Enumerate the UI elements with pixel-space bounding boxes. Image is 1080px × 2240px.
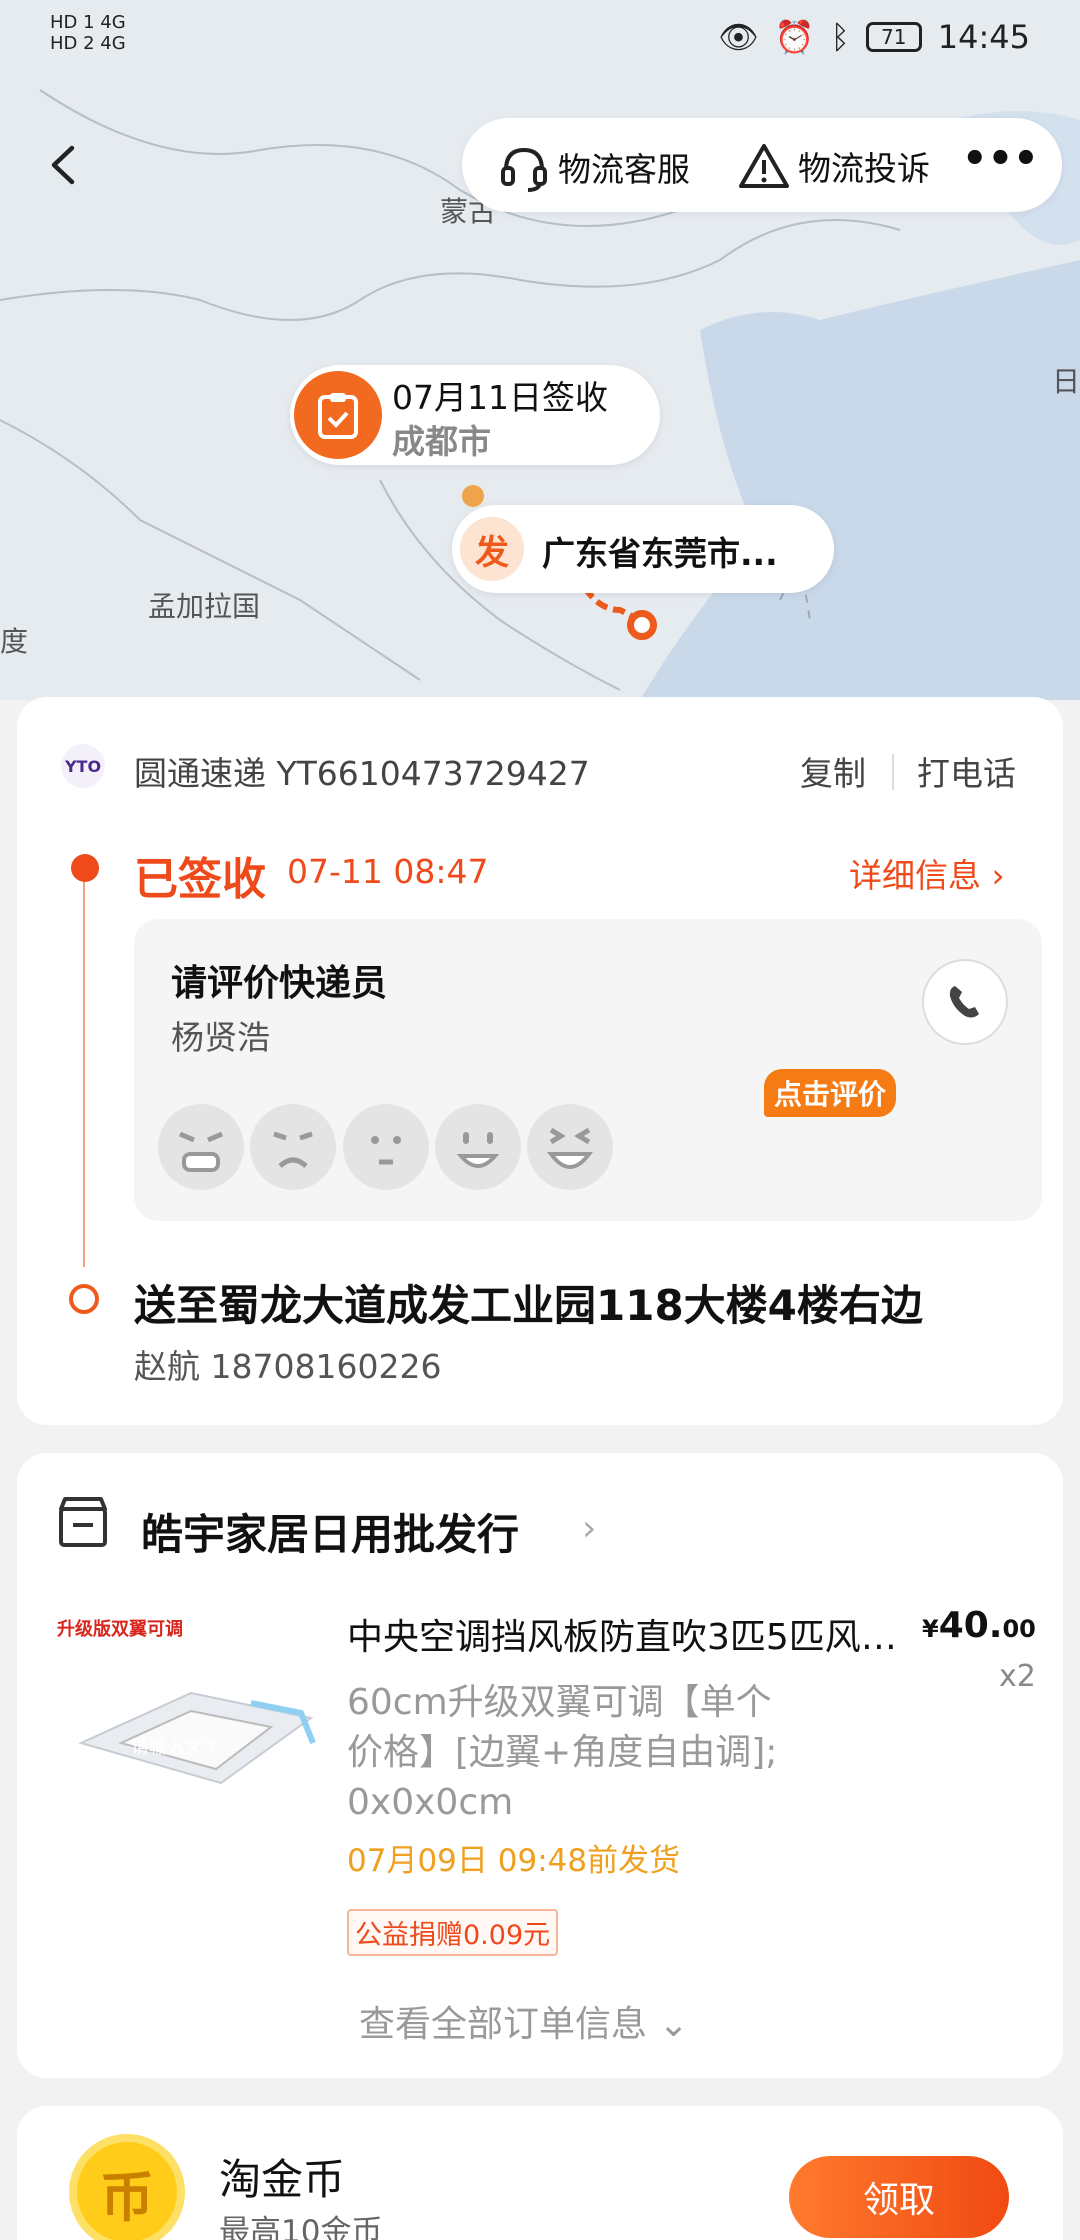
courier-tracking-number: 圆通速递 YT6610473729427 (134, 754, 590, 793)
view-all-order-info-button[interactable]: 查看全部订单信息 ⌄ (359, 1995, 689, 2047)
eye-icon: 👁 (718, 18, 759, 56)
call-button[interactable]: 打电话 (917, 747, 1016, 795)
rating-excellent-icon[interactable] (527, 1104, 613, 1190)
map-label-bangladesh: 孟加拉国 (148, 590, 261, 623)
phone-button[interactable] (922, 959, 1008, 1045)
logistics-complaint-button[interactable]: 物流投诉 (738, 142, 930, 190)
clipboard-check-icon (294, 371, 382, 459)
timeline-line (83, 867, 85, 1267)
product-title[interactable]: 中央空调挡风板防直吹3匹5匹风机风口空调挡板 (347, 1608, 907, 1660)
product-image-watermark: 请输入文字 (131, 1737, 221, 1758)
status-right: 👁 ⏰ ᛒ 71 14:45 (718, 18, 1030, 56)
tracking-card: YTO 圆通速递 YT6610473729427 复制 打电话 已签收 07-1… (17, 697, 1063, 1425)
phone-icon (949, 986, 979, 1018)
logistics-map[interactable]: 蒙古 孟加拉国 度 日 07月11日签收 成都市 发 广东省东莞市... (0, 0, 1080, 700)
copy-button[interactable]: 复制 (800, 747, 866, 795)
route-end-marker (627, 610, 657, 640)
coin-icon: 币 (69, 2134, 185, 2240)
rate-title: 请评价快递员 (171, 963, 388, 1004)
detail-info-link[interactable]: 详细信息 › (849, 849, 1005, 897)
route-point (462, 485, 484, 507)
courier-name: 杨贤浩 (171, 1018, 270, 1057)
coins-subtitle: 最高10金币 (219, 2214, 383, 2240)
more-menu-button[interactable]: ••• (962, 136, 1039, 182)
signed-date: 07月11日签收 (392, 378, 608, 417)
logistics-service-button[interactable]: 物流客服 (498, 142, 690, 192)
delivery-address: 送至蜀龙大道成发工业园118大楼4楼右边 (134, 1281, 923, 1330)
battery-icon: 71 (865, 22, 922, 52)
rating-bad-icon[interactable] (250, 1104, 336, 1190)
rate-now-badge[interactable]: 点击评价 (764, 1069, 897, 1117)
send-location-pin[interactable]: 发 广东省东莞市... (452, 505, 834, 593)
back-button[interactable] (40, 140, 90, 190)
ship-deadline: 07月09日 09:48前发货 (347, 1843, 681, 1879)
timeline-dot-destination (69, 1284, 99, 1314)
divider (892, 754, 894, 790)
signed-location-pin[interactable]: 07月11日签收 成都市 (290, 365, 660, 465)
shop-name[interactable]: 皓宇家居日用批发行 (141, 1501, 519, 1562)
product-image-banner: 升级版双翼可调 (57, 1618, 183, 1640)
courier-logo: YTO (61, 744, 105, 788)
alarm-icon: ⏰ (774, 18, 815, 56)
charity-tag: 公益捐赠0.09元 (347, 1909, 559, 1956)
nav-actions: 物流客服 物流投诉 ••• (462, 118, 1062, 212)
coins-card: 币 淘金币 最高10金币 领取 (17, 2106, 1063, 2240)
chevron-right-icon[interactable]: › (582, 1508, 596, 1549)
rate-courier-panel: 请评价快递员 杨贤浩 点击评价 (134, 919, 1042, 1221)
send-badge: 发 (460, 517, 524, 581)
signed-city: 成都市 (392, 422, 491, 461)
product-spec: 60cm升级双翼可调【单个 价格】[边翼+角度自由调]; 0x0x0cm (347, 1682, 778, 1823)
logistics-service-label: 物流客服 (558, 150, 690, 189)
delivery-time: 07-11 08:47 (287, 852, 489, 891)
order-card: 皓宇家居日用批发行 › 升级版双翼可调 请输入文字 中央空调挡风板防直吹3匹5匹… (17, 1453, 1063, 2078)
rating-neutral-icon[interactable] (343, 1104, 429, 1190)
clock: 14:45 (937, 18, 1030, 56)
delivery-status: 已签收 (134, 854, 266, 905)
chevron-left-icon (51, 145, 75, 185)
map-label-india: 度 (0, 625, 29, 658)
rating-good-icon[interactable] (435, 1104, 521, 1190)
logistics-complaint-label: 物流投诉 (798, 149, 930, 188)
headset-icon (501, 147, 547, 192)
send-location: 广东省东莞市... (542, 534, 778, 573)
claim-button[interactable]: 领取 (789, 2156, 1009, 2238)
signal-indicators: HD 1 4G HD 2 4G (50, 12, 126, 54)
timeline-dot-signed (71, 854, 99, 882)
status-bar: HD 1 4G HD 2 4G 👁 ⏰ ᛒ 71 14:45 (0, 0, 1080, 80)
store-icon (55, 1495, 111, 1551)
product-quantity: x2 (999, 1659, 1036, 1694)
receiver-info: 赵航 18708160226 (134, 1347, 442, 1386)
warning-icon (739, 144, 789, 188)
bluetooth-icon: ᛒ (830, 18, 850, 56)
product-image[interactable]: 升级版双翼可调 请输入文字 (51, 1603, 341, 1863)
product-price: ¥40.00 (922, 1605, 1036, 1646)
map-label-japan: 日 (1052, 365, 1080, 398)
coins-title: 淘金币 (219, 2155, 346, 2204)
rating-very-bad-icon[interactable] (158, 1104, 244, 1190)
